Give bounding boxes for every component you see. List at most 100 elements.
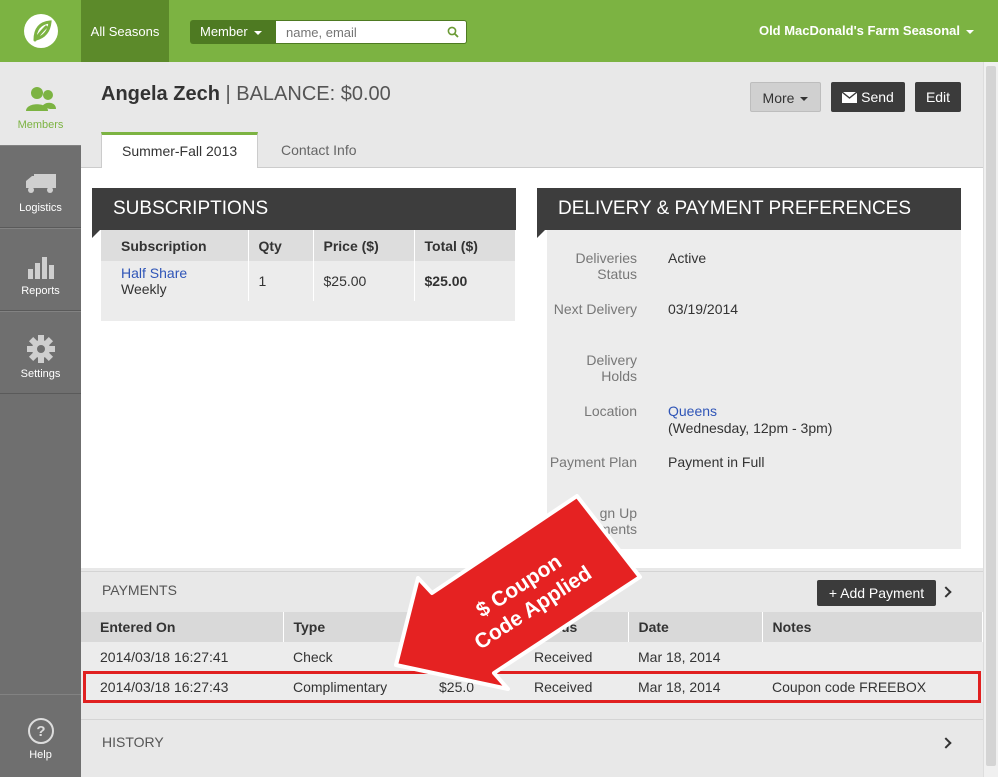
subscription-cell: Half Share Weekly [101, 261, 249, 301]
sidebar-item-label: Logistics [19, 202, 62, 214]
column-header: Status [524, 612, 629, 642]
payments-title: PAYMENTS [102, 582, 177, 598]
sidebar-item-members[interactable]: Members [0, 62, 81, 145]
pref-label: Delivery Holds [586, 352, 637, 384]
app-logo[interactable] [0, 0, 81, 62]
farm-name: Old MacDonald's Farm Seasonal [758, 23, 960, 38]
more-button[interactable]: More [750, 82, 821, 112]
pref-label: Deliveries Status [575, 250, 637, 282]
member-filter-label: Member [200, 24, 248, 39]
column-header [429, 612, 525, 642]
table-spacer [101, 301, 516, 321]
column-header: Price ($) [313, 230, 415, 261]
member-balance: BALANCE: $0.00 [236, 83, 391, 105]
entered-cell: 2014/03/18 16:27:41 [81, 642, 283, 672]
column-header: Type [283, 612, 430, 642]
preferences-panel: Deliveries Status Active Next Delivery 0… [547, 230, 961, 549]
svg-text:?: ? [36, 723, 45, 740]
table-row: Half Share Weekly 1 $25.00 $25.00 [101, 261, 516, 301]
price-cell: $25.00 [313, 261, 415, 301]
column-header: Subscription [101, 230, 249, 261]
chevron-down-icon [966, 30, 974, 34]
table-header-row: Subscription Qty Price ($) Total ($) [101, 230, 516, 261]
help-label: Help [29, 749, 52, 761]
tab-summer-fall-2013[interactable]: Summer-Fall 2013 [101, 132, 259, 169]
tab-contact-info[interactable]: Contact Info [261, 132, 377, 168]
notes-cell [762, 642, 983, 672]
vertical-scrollbar[interactable] [983, 62, 998, 777]
date-cell: Mar 18, 2014 [628, 642, 762, 672]
column-header: Total ($) [414, 230, 516, 261]
chevron-right-icon[interactable] [940, 737, 952, 749]
bar-chart-icon [27, 257, 54, 279]
heading-separator: | [225, 83, 231, 105]
chevron-down-icon [253, 30, 262, 35]
gear-icon [26, 335, 55, 363]
pref-label-line: gn Up [599, 505, 637, 521]
send-button[interactable]: Send [831, 82, 905, 112]
pref-label: Location [584, 403, 637, 419]
edit-button[interactable]: Edit [915, 82, 961, 112]
status-cell: Received [524, 642, 628, 672]
season-tabs: Summer-Fall 2013 Contact Info [81, 132, 983, 169]
more-label: More [762, 90, 795, 106]
location-detail: (Wednesday, 12pm - 3pm) [668, 420, 833, 436]
table-header-row: Entered On Type Status Date Notes [81, 612, 983, 642]
subscription-link[interactable]: Half Share [121, 265, 187, 281]
all-seasons-button[interactable]: All Seasons [81, 0, 169, 69]
member-name: Angela Zech [101, 83, 220, 105]
subscriptions-table: Subscription Qty Price ($) Total ($) Hal… [101, 230, 516, 321]
column-header: Qty [248, 230, 314, 261]
search-input[interactable] [275, 20, 467, 44]
truck-icon [25, 174, 56, 193]
subscriptions-table-wrap: Subscription Qty Price ($) Total ($) Hal… [101, 230, 516, 321]
pref-value: Payment in Full [668, 454, 765, 470]
pref-label: gn Up ments [547, 505, 637, 537]
amount-cell: 0 [429, 642, 524, 672]
history-title: HISTORY [102, 734, 164, 750]
pref-label-line: ments [598, 521, 637, 537]
chevron-right-icon[interactable] [940, 586, 952, 598]
subscriptions-header: SUBSCRIPTIONS [92, 188, 516, 238]
pref-value: Active [668, 250, 707, 266]
members-icon [25, 87, 56, 111]
preferences-header: DELIVERY & PAYMENT PREFERENCES [537, 188, 961, 238]
subscription-frequency: Weekly [121, 281, 167, 297]
envelope-icon [841, 91, 858, 103]
pref-label: Next Delivery [553, 301, 637, 317]
help-button[interactable]: ? Help [0, 694, 81, 777]
member-filter-dropdown[interactable]: Member [190, 20, 276, 44]
sidebar-item-reports[interactable]: Reports [0, 228, 81, 311]
search-icon[interactable] [447, 26, 459, 38]
highlight-box [83, 671, 981, 703]
column-header: Entered On [81, 612, 284, 642]
leaf-logo-icon [23, 14, 58, 48]
main-content: Angela Zech | BALANCE: $0.00 More Send E… [81, 62, 983, 777]
member-heading: Angela Zech | BALANCE: $0.00 [101, 83, 391, 106]
total-cell: $25.00 [414, 261, 516, 301]
sidebar-item-settings[interactable]: Settings [0, 311, 81, 394]
payments-section-header[interactable]: PAYMENTS + Add Payment [81, 571, 983, 612]
qty-cell: 1 [248, 261, 314, 301]
history-section-header[interactable]: HISTORY [81, 719, 983, 765]
sidebar-item-logistics[interactable]: Logistics [0, 145, 81, 228]
farm-account-dropdown[interactable]: Old MacDonald's Farm Seasonal [758, 23, 974, 38]
location-link[interactable]: Queens [668, 403, 717, 419]
left-sidebar: Members Logistics Reports Settings ? Hel… [0, 0, 81, 777]
help-icon: ? [27, 718, 54, 744]
scrollbar-thumb[interactable] [986, 66, 996, 766]
sidebar-item-label: Reports [21, 285, 60, 297]
table-row[interactable]: 2014/03/18 16:27:41 Check 0 Received Mar… [81, 642, 983, 672]
column-header: Notes [762, 612, 983, 642]
top-bar: All Seasons Member Old MacDonald's Farm … [81, 0, 998, 69]
send-label: Send [861, 89, 894, 105]
column-header: Date [628, 612, 763, 642]
pref-value: Queens (Wednesday, 12pm - 3pm) [668, 403, 832, 437]
add-payment-button[interactable]: + Add Payment [817, 580, 936, 606]
pref-label: Payment Plan [549, 454, 637, 470]
sidebar-item-label: Settings [20, 368, 61, 380]
chevron-down-icon [800, 97, 809, 102]
sidebar-item-label: Members [17, 119, 64, 131]
type-cell: Check [283, 642, 429, 672]
pref-value: 03/19/2014 [668, 301, 739, 317]
